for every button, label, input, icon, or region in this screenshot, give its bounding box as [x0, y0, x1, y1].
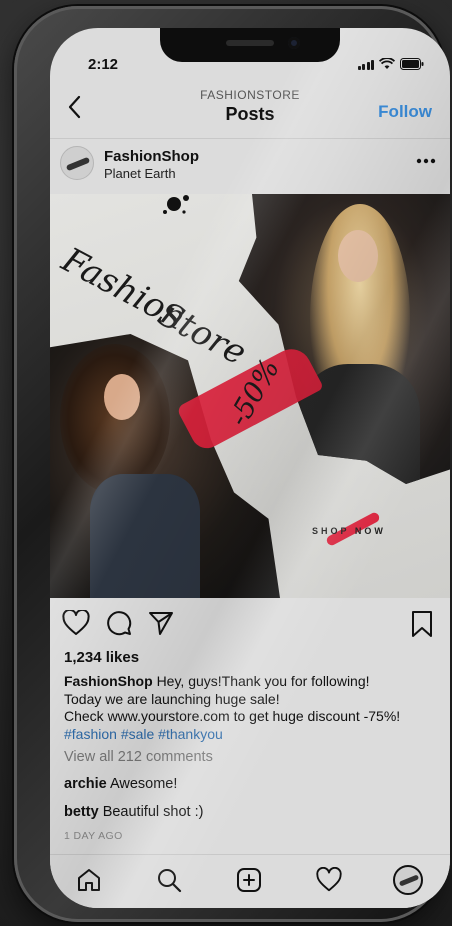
bookmark-icon[interactable] — [410, 610, 434, 638]
caption-line1: Hey, guys!Thank you for following! — [156, 673, 370, 689]
post-image[interactable]: Fashion Store -50% SHOP NOW — [50, 194, 450, 598]
caption-username[interactable]: FashionShop — [64, 673, 153, 689]
front-camera — [288, 37, 300, 49]
home-icon[interactable] — [76, 867, 102, 893]
account-avatar[interactable] — [60, 146, 94, 180]
likes-count[interactable]: 1,234 likes — [64, 649, 139, 666]
post-caption: FashionShop Hey, guys!Thank you for foll… — [64, 673, 444, 743]
caption-hashtags[interactable]: #fashion #sale #thankyou — [64, 726, 223, 742]
comment-item: archie Awesome! — [64, 776, 177, 792]
comment-username[interactable]: archie — [64, 776, 107, 792]
add-post-icon[interactable] — [236, 867, 262, 893]
phone-screen: 2:12 FASHIONSTORE Posts Follow FashionSh… — [50, 28, 450, 908]
account-name[interactable]: FashionShop — [104, 148, 199, 165]
ellipsis-icon[interactable] — [416, 158, 436, 164]
post-timestamp: 1 DAY AGO — [64, 830, 123, 842]
signal-icon — [357, 60, 374, 70]
header-subtitle: FASHIONSTORE — [200, 88, 300, 102]
nav-header: FASHIONSTORE Posts Follow — [50, 80, 450, 136]
share-send-icon[interactable] — [148, 610, 174, 636]
activity-heart-icon[interactable] — [316, 867, 342, 893]
phone-notch — [160, 28, 340, 62]
view-all-comments-link[interactable]: View all 212 comments — [64, 749, 213, 765]
like-heart-icon[interactable] — [62, 610, 90, 636]
post-actions — [50, 606, 450, 642]
comment-item: betty Beautiful shot :) — [64, 804, 203, 820]
comment-icon[interactable] — [106, 610, 132, 636]
comment-username[interactable]: betty — [64, 804, 99, 820]
profile-avatar[interactable] — [393, 865, 423, 895]
status-icons — [357, 58, 425, 70]
phone-frame: 2:12 FASHIONSTORE Posts Follow FashionSh… — [14, 6, 450, 922]
account-location[interactable]: Planet Earth — [104, 166, 176, 181]
caption-line3: Check www.yourstore.com to get huge disc… — [64, 708, 401, 724]
post-header: FashionShop Planet Earth — [50, 140, 450, 192]
bottom-tab-bar — [50, 854, 450, 908]
follow-button[interactable]: Follow — [378, 102, 432, 122]
speaker-grille — [226, 40, 274, 46]
battery-icon — [400, 58, 424, 70]
ink-splat-decoration — [163, 195, 189, 214]
wifi-icon — [379, 58, 395, 70]
shop-now-label: SHOP NOW — [312, 526, 386, 536]
comment-text: Beautiful shot :) — [102, 804, 204, 820]
status-time: 2:12 — [88, 56, 119, 73]
search-icon[interactable] — [156, 867, 182, 893]
header-divider — [50, 138, 450, 139]
caption-line2: Today we are launching huge sale! — [64, 690, 280, 707]
comment-text: Awesome! — [109, 776, 178, 792]
